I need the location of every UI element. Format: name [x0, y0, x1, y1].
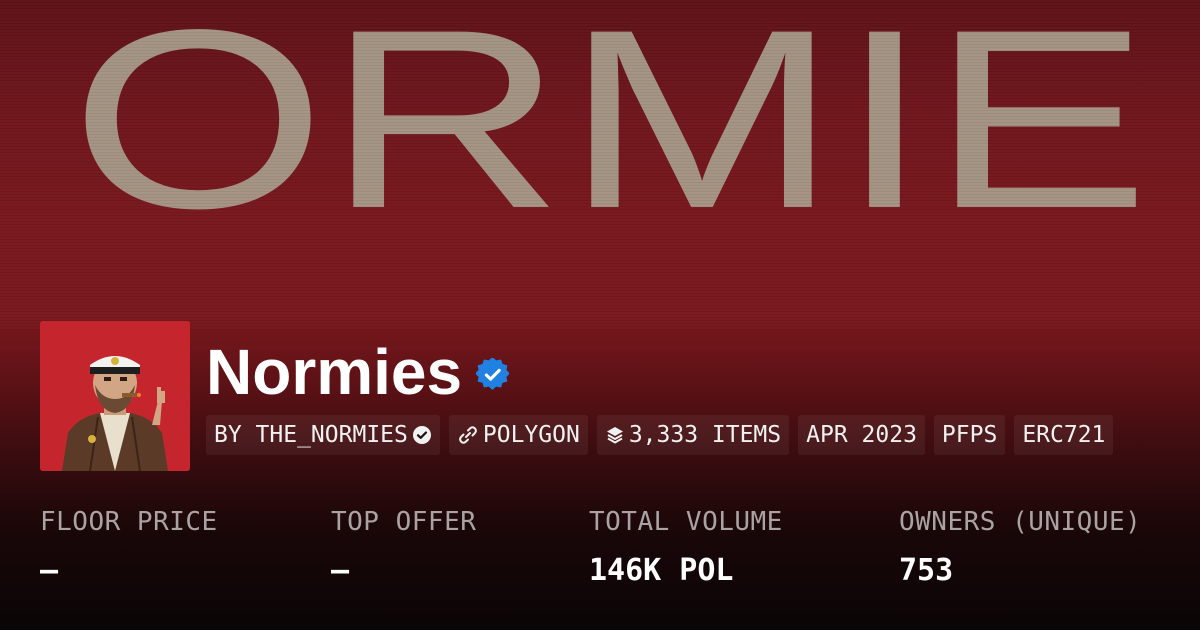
standard-tag: ERC721 — [1014, 415, 1114, 455]
collection-avatar[interactable] — [40, 321, 190, 471]
creator-tag-label: BY THE_NORMIES — [214, 422, 408, 448]
collection-name: Normies — [206, 336, 463, 408]
collection-stats: FLOOR PRICE – TOP OFFER – TOTAL VOLUME 1… — [0, 503, 1200, 613]
standard-tag-label: ERC721 — [1022, 422, 1106, 448]
verified-badge-icon — [476, 357, 510, 390]
date-tag: APR 2023 — [798, 415, 925, 455]
stat-floor-price: FLOOR PRICE – — [40, 503, 218, 589]
creator-tag[interactable]: BY THE_NORMIES — [206, 415, 440, 455]
avatar-illustration — [40, 321, 190, 471]
stat-owners: OWNERS (UNIQUE) 753 — [899, 503, 1141, 589]
stat-value: 753 — [899, 553, 954, 588]
stat-label: FLOOR PRICE — [40, 507, 218, 537]
stat-label: TOP OFFER — [331, 507, 477, 537]
collection-share-card: ORMIE Normies BY THE_NORMIES POLYGON 3,3… — [0, 0, 1200, 630]
chain-tag-label: POLYGON — [482, 422, 580, 448]
stat-top-offer: TOP OFFER – — [331, 503, 476, 589]
stat-value: – — [40, 553, 59, 588]
chain-tag[interactable]: POLYGON — [448, 415, 588, 455]
items-tag[interactable]: 3,333 ITEMS — [596, 415, 790, 455]
stat-value: – — [331, 553, 350, 588]
link-icon — [459, 426, 477, 444]
verified-badge-icon — [412, 426, 431, 444]
banner-wordmark: ORMIE — [70, 2, 1200, 217]
collection-title-row: Normies — [206, 334, 510, 410]
collection-tags: BY THE_NORMIES POLYGON 3,333 ITEMS APR 2… — [206, 415, 1114, 455]
stat-total-volume: TOTAL VOLUME 146K POL — [589, 503, 783, 589]
items-tag-label: 3,333 ITEMS — [628, 422, 782, 448]
layers-icon — [606, 427, 623, 444]
stat-label: OWNERS (UNIQUE) — [899, 507, 1142, 537]
category-tag[interactable]: PFPS — [933, 415, 1006, 455]
stat-label: TOTAL VOLUME — [589, 507, 783, 537]
banner-text: ORMIE — [70, 2, 1150, 217]
date-tag-label: APR 2023 — [806, 422, 917, 448]
stat-value: 146K POL — [589, 553, 734, 588]
category-tag-label: PFPS — [941, 422, 998, 448]
